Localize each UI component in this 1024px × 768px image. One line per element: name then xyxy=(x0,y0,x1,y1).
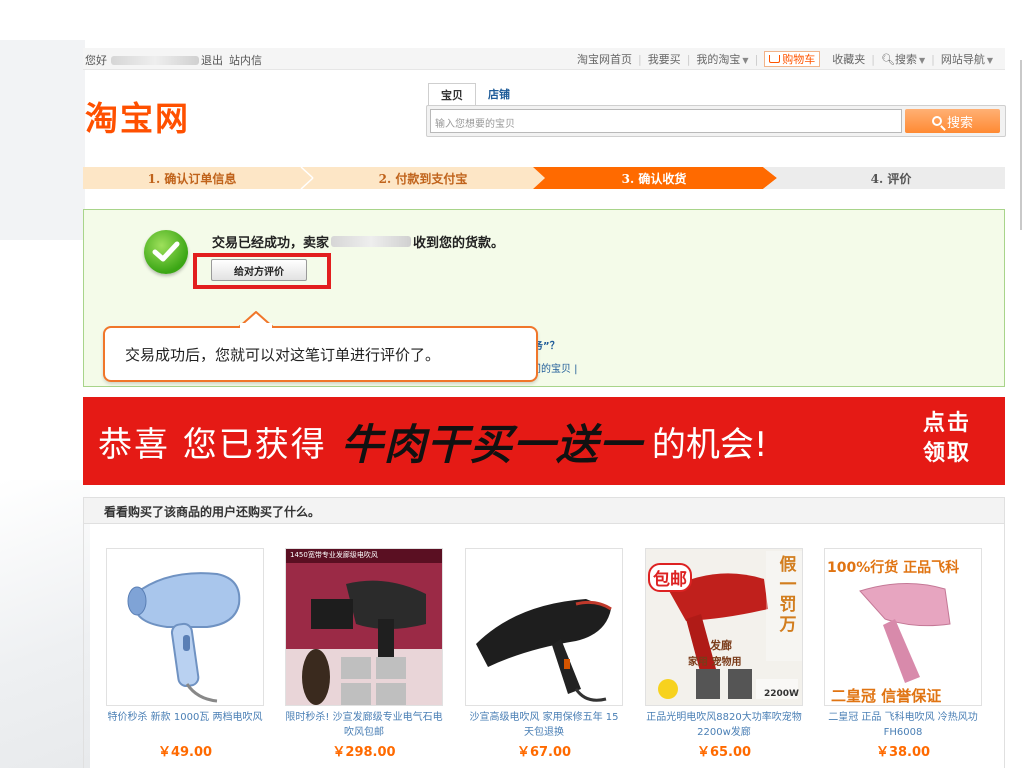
greeting-text: 您好 xyxy=(85,54,107,67)
search-input[interactable]: 输入您想要的宝贝 xyxy=(430,109,902,133)
top-links: 淘宝网首页 | 我要买 | 我的淘宝 ▼ | 购物车 收藏夹 | 🔍︎搜索 ▼ | 网站导航 ▼ xyxy=(571,51,999,67)
window-edge xyxy=(1020,60,1022,230)
product-title[interactable]: 正品光明电吹风8820大功率吹宠物2200w发廊 xyxy=(645,710,803,740)
product-card[interactable]: 包邮 假一罚万 发廊 家用 宠物用 2200W 正品光明电吹风8820大功率吹宠… xyxy=(645,548,803,760)
product-image[interactable] xyxy=(465,548,623,706)
product-card[interactable]: 沙宣高级电吹风 家用保修五年 15天包退换 ￥67.00 xyxy=(465,548,623,760)
banner-text-offer: 牛肉干买一送一 xyxy=(340,419,642,469)
order-progress-steps: 1. 确认订单信息 2. 付款到支付宝 3. 确认收货 4. 评价 xyxy=(83,167,1005,189)
inbox-link[interactable]: 站内信 xyxy=(229,52,262,68)
product-price: ￥38.00 xyxy=(875,745,931,760)
cart-icon xyxy=(769,55,781,63)
product-caption: 2200W xyxy=(764,689,799,699)
recommendations-header: 看看购买了该商品的用户还购买了什么。 xyxy=(84,498,1004,524)
search-tabs: 宝贝 店铺 xyxy=(428,83,522,105)
my-taobao-label: 我的淘宝 xyxy=(696,53,741,66)
product-title[interactable]: 特价秒杀 新款 1000瓦 两档电吹风 xyxy=(106,710,264,740)
cart-link[interactable]: 购物车 xyxy=(758,51,826,67)
product-image[interactable]: 100%行货 正品飞科 二皇冠 信誉保证 xyxy=(824,548,982,706)
product-card[interactable]: 特价秒杀 新款 1000瓦 两档电吹风 ￥49.00 xyxy=(106,548,264,760)
product-price: ￥67.00 xyxy=(516,745,572,760)
search-icon: 🔍︎ xyxy=(881,53,895,66)
product-image[interactable] xyxy=(106,548,264,706)
product-price: ￥49.00 xyxy=(157,745,213,760)
promo-banner[interactable]: 恭喜 您已获得 牛肉干买一送一 的机会! 点击领取 xyxy=(83,397,1005,485)
product-caption: 100%行货 正品飞科 xyxy=(827,560,960,576)
product-card[interactable]: 1450宽带专业发廊级电吹风 限时秒杀! 沙宣发廊级专业电气石电吹风包邮 ￥29… xyxy=(285,548,443,760)
recommendations-panel: 看看购买了该商品的用户还购买了什么。 特价秒杀 新款 1000瓦 两档电吹风 ￥… xyxy=(83,497,1005,768)
tab-shops[interactable]: 店铺 xyxy=(476,83,522,105)
chevron-down-icon: ▼ xyxy=(918,56,926,65)
buy-link[interactable]: 我要买 xyxy=(642,51,687,67)
logout-link[interactable]: 退出 xyxy=(201,52,223,68)
product-badge: 包邮 xyxy=(648,563,692,592)
background-panel-lower xyxy=(0,480,90,768)
favorites-link[interactable]: 收藏夹 xyxy=(826,51,871,67)
top-navigation-bar: 您好 退出 站内信 淘宝网首页 | 我要买 | 我的淘宝 ▼ | 购物车 收藏夹 | 🔍︎… xyxy=(83,48,1005,70)
taobao-logo[interactable]: 淘宝网 xyxy=(85,92,190,140)
product-image-caption: 1450宽带专业发廊级电吹风 xyxy=(290,551,378,559)
banner-text-congrats: 恭喜 您已获得 xyxy=(98,424,327,465)
search-box: 输入您想要的宝贝 搜索 xyxy=(426,105,1006,137)
tab-items[interactable]: 宝贝 xyxy=(428,83,476,105)
redacted-username xyxy=(111,55,199,65)
step-4: 4. 评价 xyxy=(870,171,912,186)
chevron-down-icon: ▼ xyxy=(742,56,749,65)
rate-seller-button[interactable]: 给对方评价 xyxy=(211,259,307,281)
search-icon xyxy=(931,116,942,126)
success-message: 交易已经成功，卖家 收到您的货款。 xyxy=(212,232,504,251)
my-taobao-link[interactable]: 我的淘宝 ▼ xyxy=(690,51,754,67)
banner-claim-button[interactable]: 点击领取 xyxy=(917,409,977,469)
product-price: ￥298.00 xyxy=(332,745,396,760)
search-menu[interactable]: 🔍︎搜索 ▼ xyxy=(875,51,931,67)
success-message-start: 交易已经成功，卖家 xyxy=(212,236,330,251)
search-button-label: 搜索 xyxy=(946,115,973,131)
product-caption: 发廊 xyxy=(710,639,732,652)
chevron-down-icon: ▼ xyxy=(986,56,993,65)
site-nav-menu[interactable]: 网站导航 ▼ xyxy=(935,51,999,67)
product-title[interactable]: 二皇冠 正品 飞科电吹风 冷热风功 FH6008 xyxy=(824,710,982,740)
product-caption: 家用 宠物用 xyxy=(688,657,742,668)
background-panel xyxy=(0,40,85,240)
product-card[interactable]: 100%行货 正品飞科 二皇冠 信誉保证 二皇冠 正品 飞科电吹风 冷热风功 F… xyxy=(824,548,982,760)
search-button[interactable]: 搜索 xyxy=(905,109,1000,133)
user-info: 您好 退出 站内信 xyxy=(85,52,264,68)
cart-label: 购物车 xyxy=(782,53,816,66)
product-title[interactable]: 限时秒杀! 沙宣发廊级专业电气石电吹风包邮 xyxy=(285,710,443,740)
product-title[interactable]: 沙宣高级电吹风 家用保修五年 15天包退换 xyxy=(465,710,623,740)
instruction-tooltip: 交易成功后，您就可以对这笔订单进行评价了。 xyxy=(103,326,538,382)
home-link[interactable]: 淘宝网首页 xyxy=(571,51,638,67)
banner-text-chance: 的机会! xyxy=(651,424,768,465)
product-image[interactable]: 1450宽带专业发廊级电吹风 xyxy=(285,548,443,706)
search-menu-label: 搜索 xyxy=(894,53,917,66)
step-1: 1. 确认订单信息 xyxy=(147,171,237,186)
success-message-end: 收到您的货款。 xyxy=(413,236,505,251)
product-price: ￥65.00 xyxy=(696,745,752,760)
step-3-current: 3. 确认收货 xyxy=(621,171,687,186)
step-2: 2. 付款到支付宝 xyxy=(378,171,468,186)
product-image[interactable]: 包邮 假一罚万 发廊 家用 宠物用 2200W xyxy=(645,548,803,706)
success-check-icon xyxy=(144,230,188,274)
product-badge: 假一罚万 xyxy=(779,555,797,635)
cart-button[interactable]: 购物车 xyxy=(764,51,821,67)
site-nav-label: 网站导航 xyxy=(940,53,985,66)
tooltip-arrow-cover xyxy=(240,323,272,329)
redacted-seller-name xyxy=(331,236,412,247)
product-caption: 二皇冠 信誉保证 xyxy=(831,687,942,705)
